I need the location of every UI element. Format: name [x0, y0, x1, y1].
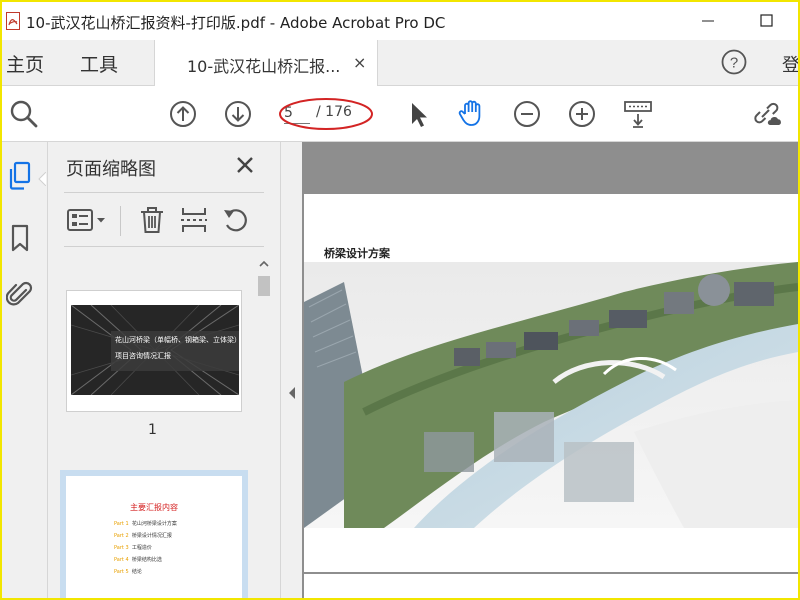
- cover-image: 花山河桥梁（单幅桥、钢箱梁、立体梁） 项目咨询情况汇报: [71, 305, 239, 395]
- toolbar-separator: [120, 206, 121, 236]
- contents-title: 主要汇报内容: [130, 503, 178, 512]
- bookmark-icon[interactable]: [6, 222, 34, 254]
- sign-in-button[interactable]: 登: [782, 51, 798, 77]
- close-tab-button[interactable]: ×: [353, 53, 366, 72]
- page-heading: 桥梁设计方案: [324, 247, 390, 260]
- close-panel-icon[interactable]: [234, 154, 256, 176]
- panel-title: 页面缩略图: [66, 159, 156, 180]
- contents-row: Part 2 桥梁设计情况汇报: [114, 533, 172, 539]
- contents-row: Part 5 结论: [114, 569, 142, 575]
- tab-tools[interactable]: 工具: [80, 50, 118, 77]
- thumbnail-scrollbar[interactable]: [256, 256, 272, 598]
- acrobat-app-icon: [6, 12, 20, 30]
- page-navigator: / 176: [282, 98, 370, 128]
- bridge-aerial-rendering: [304, 262, 798, 528]
- pdf-page: 桥梁设计方案: [304, 194, 798, 572]
- minimize-icon[interactable]: [694, 8, 722, 34]
- attachment-icon[interactable]: [6, 278, 34, 310]
- panel-collapse-strip[interactable]: [280, 142, 302, 598]
- svg-text:?: ?: [730, 55, 738, 72]
- scroll-up-arrow-icon[interactable]: [256, 256, 272, 272]
- page-thumbnails-panel: 页面缩略图 花山河桥梁（单幅桥、钢箱梁、立体梁） 项目咨询情况汇报 1 主要汇报…: [48, 142, 280, 598]
- rotate-page-icon[interactable]: [220, 204, 252, 236]
- select-cursor-icon[interactable]: [402, 98, 434, 130]
- active-pointer-icon: [38, 172, 46, 186]
- maximize-icon[interactable]: [752, 8, 780, 34]
- title-bar: 10-武汉花山桥汇报资料-打印版.pdf - Adobe Acrobat Pro…: [2, 2, 798, 40]
- page-up-icon[interactable]: [167, 98, 199, 130]
- page-down-icon[interactable]: [222, 98, 254, 130]
- page-thumbnail-2[interactable]: 主要汇报内容 Part 1 花山河桥梁设计方案 Part 2 桥梁设计情况汇报 …: [66, 476, 242, 598]
- panel-divider: [64, 246, 264, 247]
- toolbar: / 176: [2, 86, 798, 142]
- marquee-zoom-icon[interactable]: [622, 98, 654, 130]
- thumbnail-page-number: 1: [148, 422, 157, 438]
- navigation-rail: [2, 142, 48, 598]
- window-title: 10-武汉花山桥汇报资料-打印版.pdf - Adobe Acrobat Pro…: [26, 14, 446, 32]
- panel-divider: [64, 192, 264, 193]
- tab-bar: 主页 工具 10-武汉花山桥汇报... × ? 登: [2, 40, 798, 86]
- hand-tool-icon[interactable]: [456, 97, 488, 129]
- scrollbar-thumb[interactable]: [258, 276, 270, 296]
- page-number-input[interactable]: [284, 102, 310, 124]
- share-link-icon[interactable]: [750, 98, 782, 130]
- document-tab-label: 10-武汉花山桥汇报...: [187, 57, 341, 76]
- cover-title-band: 花山河桥梁（单幅桥、钢箱梁、立体梁） 项目咨询情况汇报: [111, 331, 239, 371]
- zoom-out-icon[interactable]: [511, 98, 543, 130]
- contents-row: Part 1 花山河桥梁设计方案: [114, 521, 177, 527]
- collapse-panel-arrow-icon[interactable]: [287, 386, 297, 400]
- app-window: 10-武汉花山桥汇报资料-打印版.pdf - Adobe Acrobat Pro…: [0, 0, 800, 600]
- search-icon[interactable]: [8, 98, 40, 130]
- contents-row: Part 4 桥梁结构比选: [114, 557, 162, 563]
- tab-home[interactable]: 主页: [6, 50, 44, 77]
- cover-subtitle-line: 项目咨询情况汇报: [115, 352, 171, 360]
- document-tab[interactable]: 10-武汉花山桥汇报... ×: [154, 40, 378, 86]
- extract-page-icon[interactable]: [178, 204, 210, 236]
- help-icon[interactable]: ?: [720, 48, 748, 76]
- zoom-in-icon[interactable]: [566, 98, 598, 130]
- delete-page-icon[interactable]: [136, 204, 168, 236]
- page-thumbnails-icon[interactable]: [6, 160, 34, 192]
- page-total-label: / 176: [316, 104, 352, 120]
- page-thumbnail-1[interactable]: 花山河桥梁（单幅桥、钢箱梁、立体梁） 项目咨询情况汇报: [66, 290, 242, 412]
- cover-title-line: 花山河桥梁（单幅桥、钢箱梁、立体梁）: [115, 336, 239, 344]
- document-view[interactable]: 桥梁设计方案: [302, 142, 798, 598]
- contents-row: Part 3 工程造价: [114, 545, 152, 551]
- thumbnail-options-icon[interactable]: [66, 204, 112, 236]
- next-pdf-page: [304, 574, 798, 598]
